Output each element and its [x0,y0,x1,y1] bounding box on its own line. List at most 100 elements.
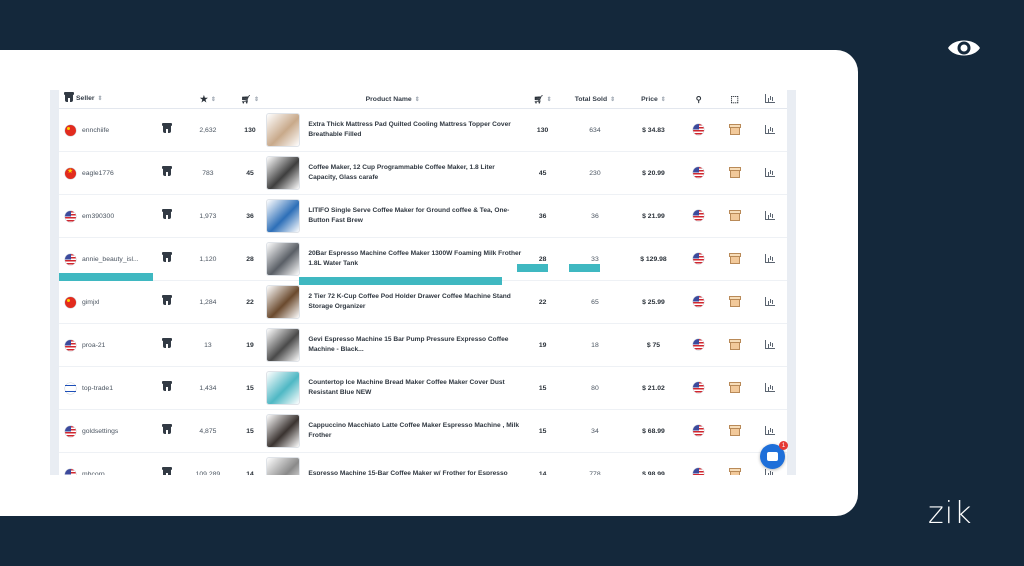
header-cart[interactable]: 🛒︎ ⇕ [522,90,564,109]
seller-name[interactable]: em390300 [82,213,114,220]
shipping-cell[interactable] [717,323,753,367]
product-thumbnail[interactable] [265,199,300,233]
header-total-sold[interactable]: Total Sold ⇕ [563,90,627,109]
store-cell[interactable] [154,323,180,367]
thumbnail-cell[interactable] [263,323,303,367]
store-cell[interactable] [154,151,180,195]
product-thumbnail[interactable] [265,414,300,448]
bar-chart-icon [764,468,775,475]
sort-icon: ⇕ [414,96,420,103]
product-name[interactable]: 20Bar Espresso Machine Coffee Maker 1300… [302,237,523,281]
price: $ 129.98 [626,237,681,281]
table-scrollbar[interactable] [787,90,796,475]
sort-icon: ⇕ [254,96,260,103]
table-row[interactable]: gimjxl 1,284 22 2 Tier 72 K-Cup Coffee Pod … [59,280,787,324]
seller-name[interactable]: gimjxl [82,299,99,306]
shipping-cell[interactable] [717,194,753,238]
sold-count: 36 [522,194,564,238]
header-shipping[interactable]: ⬚ [717,90,753,109]
store-cell[interactable] [154,366,180,410]
store-cell[interactable] [154,108,180,152]
thumbnail-cell[interactable] [263,151,303,195]
product-name[interactable]: Cappuccino Macchiato Latte Coffee Maker … [302,409,523,453]
chat-icon [767,452,778,461]
product-name[interactable]: Gevi Espresso Machine 15 Bar Pump Pressu… [302,323,523,367]
seller-name[interactable]: top-trade1 [82,385,113,392]
product-thumbnail[interactable] [265,328,300,362]
seller-name[interactable]: ennchiife [82,127,109,134]
store-icon [161,166,172,176]
thumbnail-cell[interactable] [263,194,303,238]
table-row[interactable]: goldsettings 4,875 15 Cappuccino Macchiato … [59,409,787,453]
product-name[interactable]: 2 Tier 72 K-Cup Coffee Pod Holder Drawer… [302,280,523,324]
seller-cell: top-trade1 [59,366,155,410]
shipping-cell[interactable] [717,108,753,152]
analytics-cell[interactable] [752,366,787,410]
shipping-box-icon [728,381,741,393]
product-name[interactable]: Espresso Machine 15-Bar Coffee Maker w/ … [302,452,523,475]
header-seller[interactable]: Seller ⇕ [59,90,180,109]
shipping-cell[interactable] [717,280,753,324]
product-name[interactable]: Coffee Maker, 12 Cup Programmable Coffee… [302,151,523,195]
chat-button[interactable]: 1 [760,441,788,469]
sort-icon: ⇕ [546,96,552,103]
product-thumbnail[interactable] [265,242,300,276]
store-cell[interactable] [154,237,180,281]
table-row[interactable]: proa-21 13 19 Gevi Espresso Machine 15 Bar … [59,323,787,367]
bar-chart-icon [764,382,775,392]
table-row[interactable]: top-trade1 1,434 15 Countertop Ice Machine … [59,366,787,410]
star-icon: ★ [199,93,208,104]
thumbnail-cell[interactable] [263,108,303,152]
table-row[interactable]: eagle177678345Coffee Maker, 12 Cup Progr… [59,151,787,195]
thumbnail-cell[interactable] [263,366,303,410]
shipping-cell[interactable] [717,409,753,453]
thumbnail-cell[interactable] [263,237,303,281]
shipping-cell[interactable] [717,452,753,475]
bar-chart-icon [764,339,775,349]
analytics-cell[interactable] [752,108,787,152]
analytics-cell[interactable] [752,194,787,238]
seller-name[interactable]: eagle1776 [82,170,114,177]
seller-name[interactable]: proa-21 [82,342,105,349]
thumbnail-cell[interactable] [263,452,303,475]
product-thumbnail[interactable] [265,371,300,405]
table-row[interactable]: mbcorp 109,289 14 Espresso Machine 15-Bar C… [59,452,787,476]
seller-name[interactable]: goldsettings [82,428,118,435]
store-icon [161,123,172,133]
store-cell[interactable] [154,194,180,238]
product-thumbnail[interactable] [265,113,300,147]
header-sales[interactable]: 🛒︎ ⇕ [236,90,264,109]
analytics-cell[interactable] [752,323,787,367]
feedback-count: 1,434 [179,366,237,410]
seller-cell: eagle1776 [59,151,155,195]
product-name[interactable]: LITIFO Single Serve Coffee Maker for Gro… [302,194,523,238]
store-cell[interactable] [154,452,180,475]
analytics-cell[interactable] [752,280,787,324]
thumbnail-cell[interactable] [263,280,303,324]
store-cell[interactable] [154,409,180,453]
shipping-cell[interactable] [717,151,753,195]
product-name[interactable]: Countertop Ice Machine Bread Maker Coffe… [302,366,523,410]
thumbnail-cell[interactable] [263,409,303,453]
product-thumbnail[interactable] [265,285,300,319]
header-rating[interactable]: ★ ⇕ [179,90,237,109]
table-row[interactable]: ennchiife 2,632 130 Extra Thick Mattress Pa… [59,108,787,152]
header-product-name[interactable]: Product Name ⇕ [263,90,523,109]
header-location[interactable]: ⚲ [680,90,718,109]
header-analytics[interactable] [752,90,787,109]
analytics-cell[interactable] [752,237,787,281]
shipping-cell[interactable] [717,366,753,410]
brand-logo: zik [928,496,973,531]
product-thumbnail[interactable] [265,156,300,190]
table-row[interactable]: em390300 1,973 36 LITIFO Single Serve Coffe… [59,194,787,238]
product-name[interactable]: Extra Thick Mattress Pad Quilted Cooling… [302,108,523,152]
product-thumbnail[interactable] [265,457,300,475]
store-cell[interactable] [154,280,180,324]
header-price[interactable]: Price ⇕ [626,90,681,109]
shipping-cell[interactable] [717,237,753,281]
seller-name[interactable]: mbcorp [82,471,105,476]
sales-count: 15 [236,366,264,410]
analytics-cell[interactable] [752,151,787,195]
seller-name[interactable]: annie_beauty_isl... [82,256,139,263]
table-row[interactable]: annie_beauty_isl... 1,120 28 20Bar Espresso… [59,237,787,281]
